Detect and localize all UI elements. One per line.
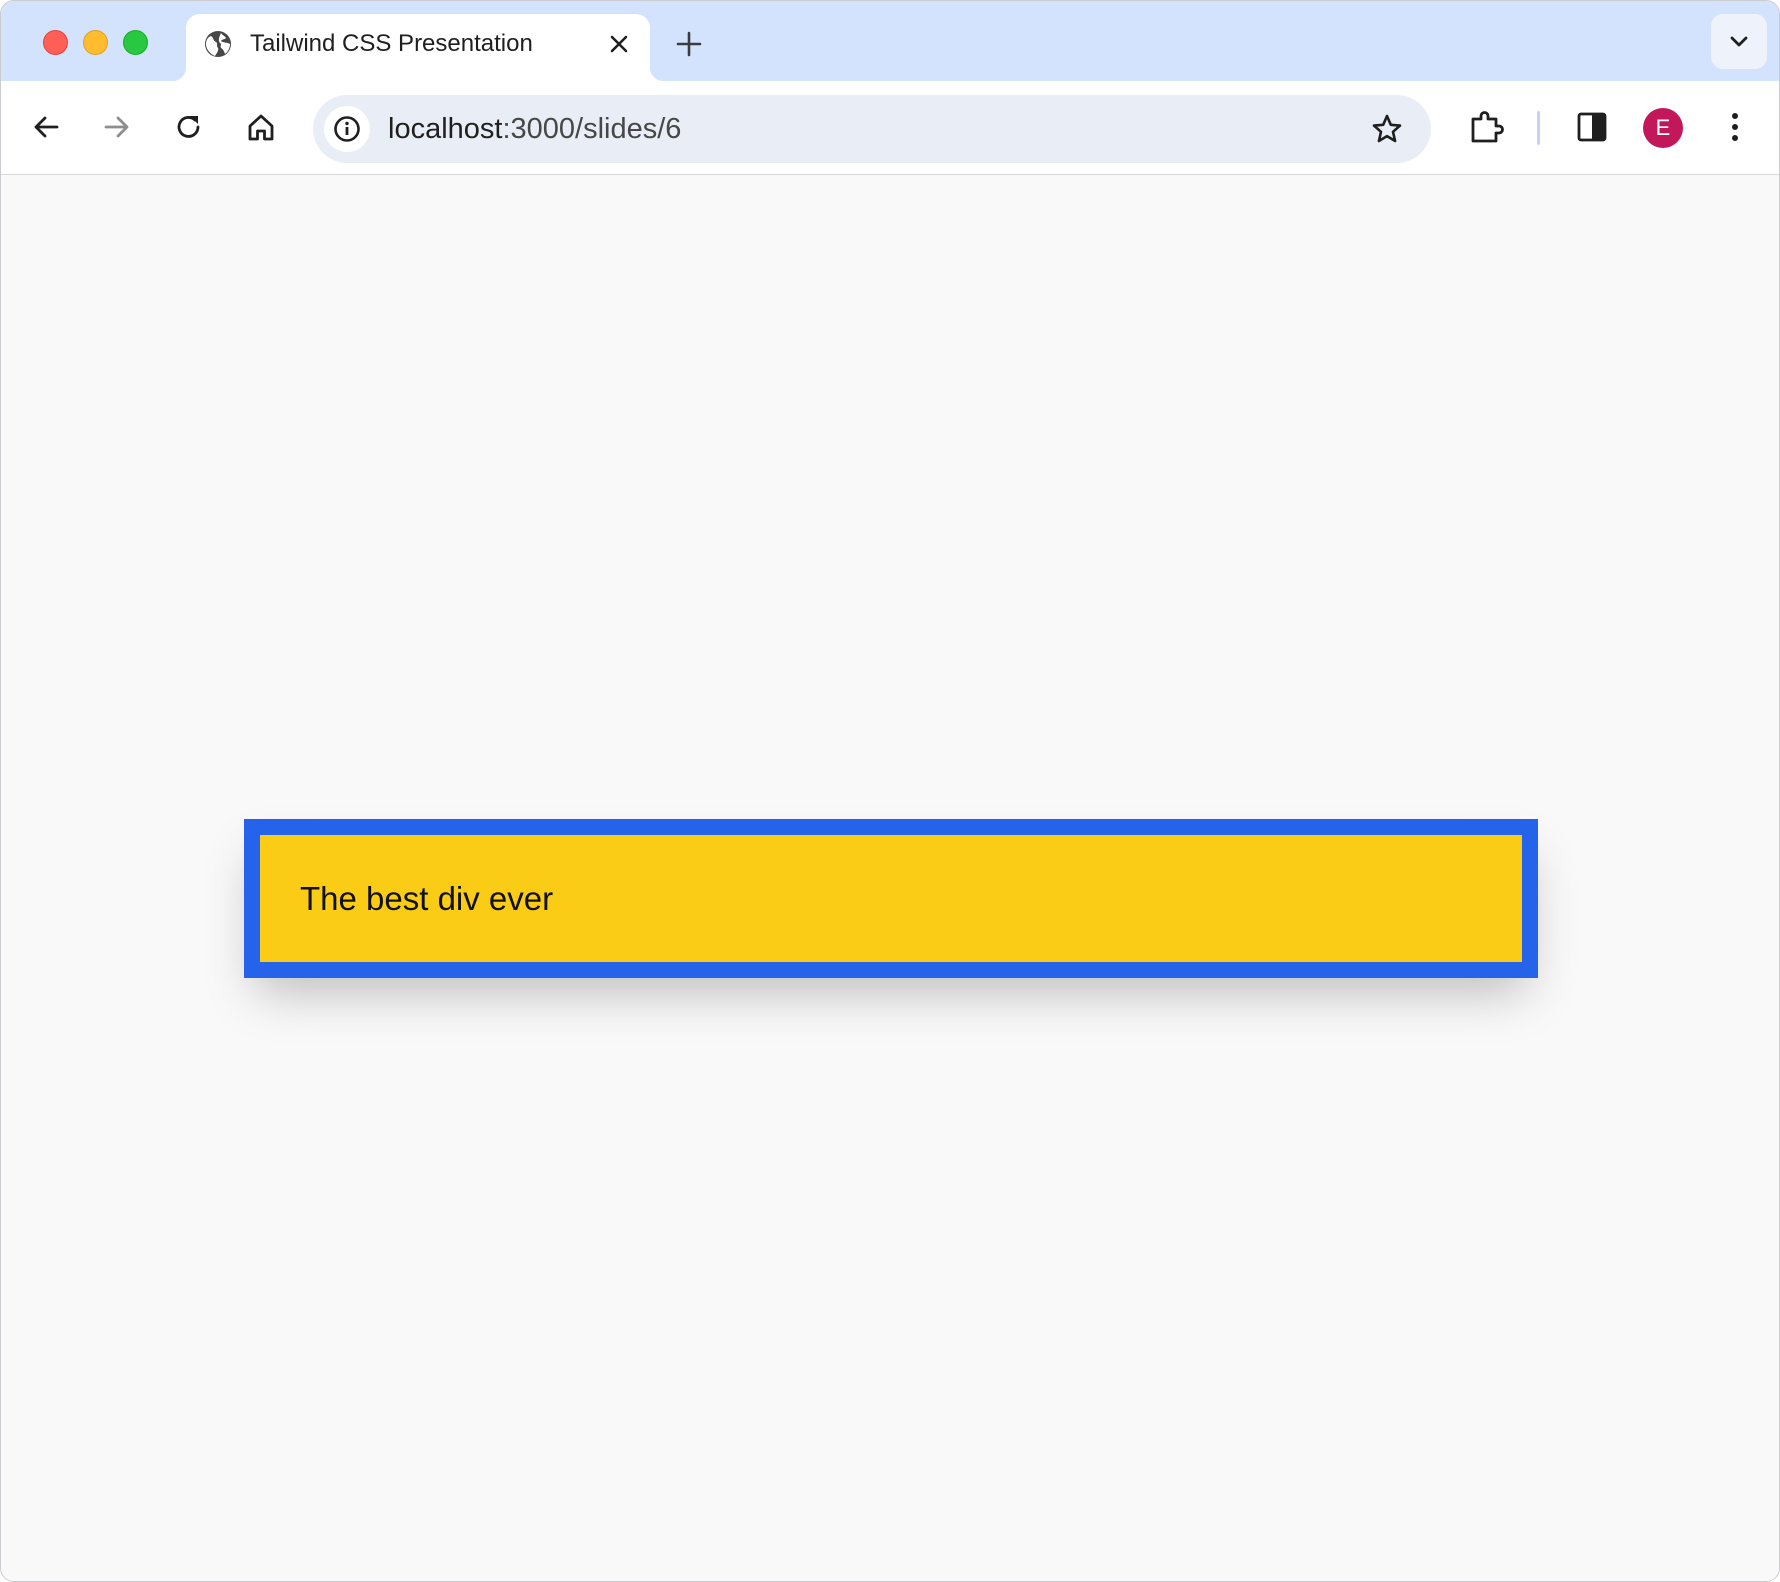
url-path: :3000/slides/6 — [502, 113, 682, 145]
back-button[interactable] — [23, 104, 69, 150]
close-icon — [610, 35, 628, 53]
url-host: localhost — [388, 113, 503, 145]
site-info-button[interactable] — [324, 106, 370, 152]
side-panel-button[interactable] — [1569, 104, 1615, 150]
close-window-button[interactable] — [43, 30, 68, 55]
best-div-text: The best div ever — [300, 880, 554, 917]
kebab-menu-icon — [1732, 113, 1738, 141]
puzzle-icon — [1471, 111, 1504, 143]
page-content: The best div ever — [1, 175, 1779, 1581]
arrow-right-icon — [104, 116, 129, 138]
side-panel-icon — [1577, 112, 1607, 142]
tab-title: Tailwind CSS Presentation — [250, 30, 533, 57]
tab-strip: Tailwind CSS Presentation — [1, 1, 1779, 81]
bookmark-button[interactable] — [1365, 107, 1409, 151]
zoom-window-button[interactable] — [123, 30, 148, 55]
reload-icon — [177, 116, 200, 138]
profile-avatar[interactable]: E — [1643, 108, 1683, 148]
extensions-button[interactable] — [1463, 104, 1509, 150]
best-div-box: The best div ever — [244, 819, 1538, 978]
browser-toolbar: localhost:3000/slides/6 E — [1, 81, 1779, 175]
forward-button[interactable] — [94, 104, 140, 150]
chevron-down-icon — [1730, 36, 1748, 46]
url-text[interactable]: localhost:3000/slides/6 — [388, 112, 681, 146]
browser-menu-button[interactable] — [1712, 104, 1758, 150]
minimize-window-button[interactable] — [83, 30, 108, 55]
address-bar[interactable]: localhost:3000/slides/6 — [313, 95, 1431, 163]
tab-search-button[interactable] — [1711, 14, 1767, 69]
info-icon — [334, 116, 360, 142]
browser-window: Tailwind CSS Presentation localhost:3000… — [0, 0, 1780, 1582]
home-icon — [248, 114, 274, 141]
home-button[interactable] — [238, 104, 284, 150]
star-icon — [1372, 114, 1402, 143]
close-tab-button[interactable] — [604, 29, 634, 59]
globe-icon — [203, 29, 233, 59]
plus-icon — [676, 31, 702, 57]
arrow-left-icon — [34, 116, 59, 138]
toolbar-divider — [1537, 111, 1540, 145]
tab-tailwind-presentation[interactable]: Tailwind CSS Presentation — [172, 14, 664, 81]
reload-button[interactable] — [166, 104, 212, 150]
new-tab-button[interactable] — [671, 26, 707, 62]
